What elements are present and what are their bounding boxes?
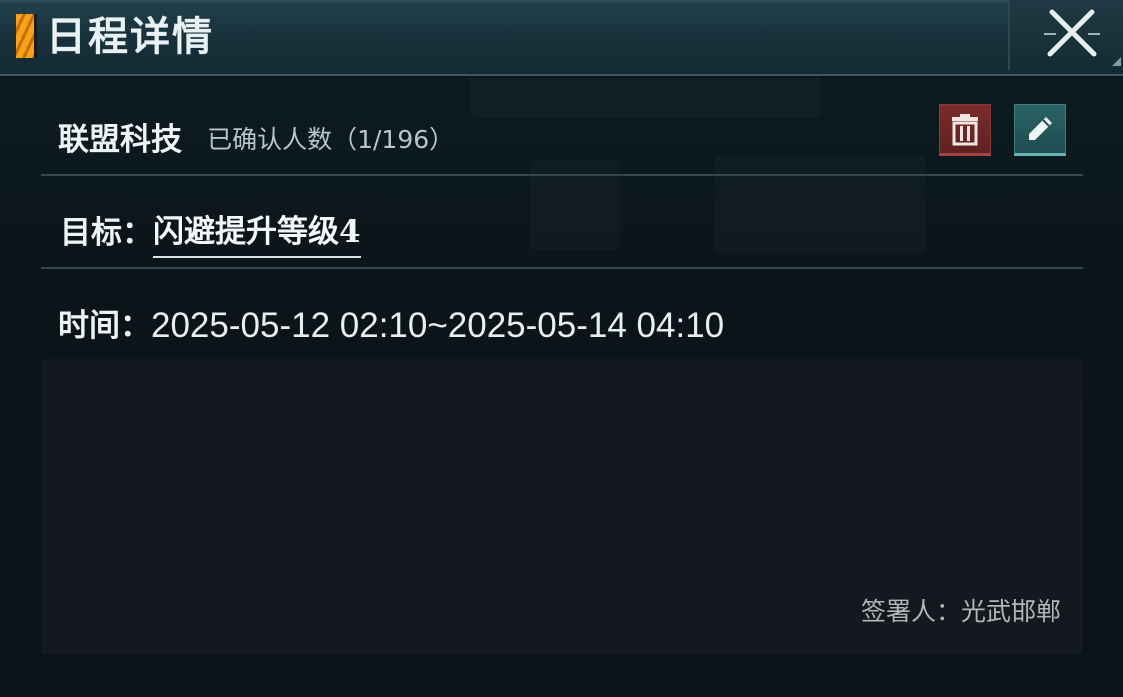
description-box: 签署人：光武邯郸 bbox=[41, 359, 1083, 654]
alliance-name: 联盟科技 bbox=[58, 122, 182, 158]
close-button-area bbox=[1008, 0, 1123, 70]
panel-header: 日程详情 bbox=[0, 0, 1123, 76]
close-button[interactable] bbox=[1042, 4, 1102, 60]
delete-button[interactable] bbox=[939, 104, 991, 156]
divider bbox=[41, 267, 1083, 269]
schedule-detail-panel: 日程详情 联盟科技 已确认人数（1/196） 目标：闪避提升等级4 时间：202… bbox=[0, 0, 1123, 697]
background-decoration bbox=[715, 155, 925, 255]
close-x-icon bbox=[1044, 9, 1100, 57]
confirmed-count: 已确认人数（1/196） bbox=[207, 125, 455, 154]
edit-button[interactable] bbox=[1014, 104, 1066, 156]
trash-icon bbox=[952, 114, 978, 146]
time-value: 2025-05-12 02:10~2025-05-14 04:10 bbox=[151, 306, 725, 345]
divider bbox=[41, 174, 1083, 176]
pencil-icon bbox=[1029, 117, 1052, 140]
time-label: 时间： bbox=[58, 308, 151, 344]
goal-link[interactable]: 闪避提升等级4 bbox=[153, 208, 361, 258]
title-accent-stripe bbox=[16, 14, 37, 58]
goal-row: 目标：闪避提升等级4 bbox=[60, 208, 361, 258]
time-row: 时间：2025-05-12 02:10~2025-05-14 04:10 bbox=[58, 302, 724, 352]
panel-title: 日程详情 bbox=[46, 13, 214, 60]
background-decoration bbox=[470, 76, 820, 118]
goal-label: 目标： bbox=[60, 215, 153, 251]
alliance-row: 联盟科技 已确认人数（1/196） bbox=[58, 118, 454, 162]
signer-text: 签署人：光武邯郸 bbox=[860, 597, 1061, 626]
corner-decoration bbox=[1112, 57, 1121, 66]
